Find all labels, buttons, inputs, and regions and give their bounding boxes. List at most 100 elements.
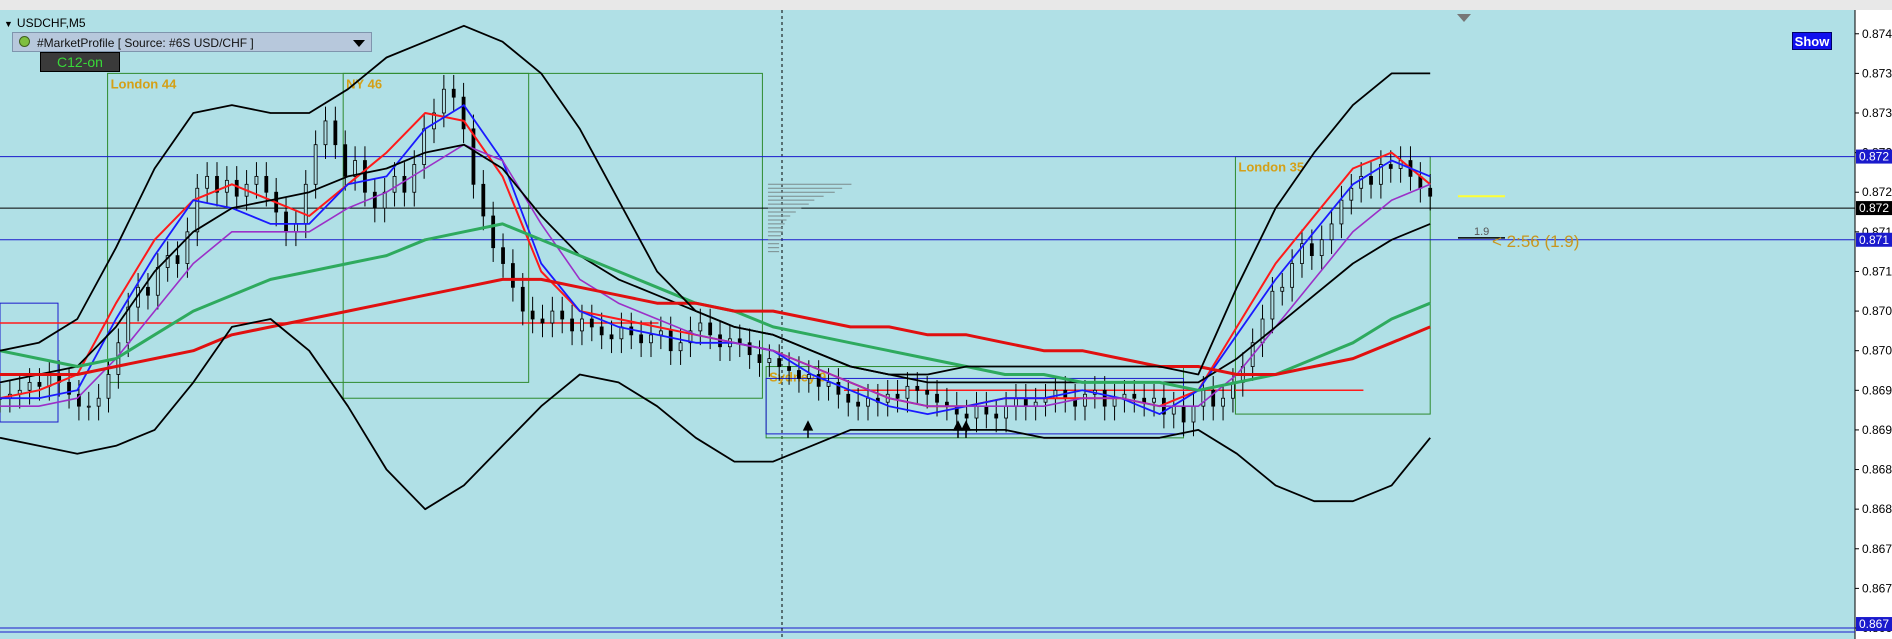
candle-body xyxy=(530,310,535,320)
price-chart[interactable]: 0.874 0.873 0.873 0.872 0.872 0.871 0.871 0.870… xyxy=(0,10,1892,639)
candle-body xyxy=(1132,393,1137,399)
y-tick-label: 0.868 xyxy=(1862,463,1892,477)
candle-body xyxy=(402,175,407,193)
candle-body xyxy=(461,96,466,130)
candle-body xyxy=(856,401,861,407)
candle-body xyxy=(382,191,387,209)
y-tick-label: 0.871 xyxy=(1862,264,1892,278)
collapse-triangle-icon: ▼ xyxy=(4,19,13,29)
candle-body xyxy=(155,267,160,296)
candle-body xyxy=(1023,397,1028,407)
candle-body xyxy=(1339,199,1344,225)
y-tick-label: 0.869 xyxy=(1862,423,1892,437)
price-box-label: 0.872 xyxy=(1859,150,1889,164)
candle-body xyxy=(806,374,811,379)
price-box-label: 0.867 xyxy=(1859,617,1889,631)
candle-body xyxy=(451,88,456,98)
candle-body xyxy=(915,385,920,391)
candle-body xyxy=(205,175,210,189)
candle-body xyxy=(619,326,624,340)
candle-body xyxy=(846,393,851,403)
chart-title-text: USDCHF,M5 xyxy=(16,16,86,30)
candle-timer: < 2:56 (1.9) xyxy=(1492,232,1579,251)
candle-body xyxy=(580,318,584,332)
candle-body xyxy=(737,338,742,344)
candle-body xyxy=(284,211,288,233)
candle-body xyxy=(974,405,979,419)
candle-body xyxy=(668,330,673,352)
candle-body xyxy=(767,358,772,363)
candle-body xyxy=(560,310,565,320)
candle-body xyxy=(1083,393,1087,407)
candle-body xyxy=(481,183,486,217)
chevron-down-icon[interactable] xyxy=(353,40,365,47)
candle-body xyxy=(254,175,259,185)
c12-toggle-button[interactable]: C12-on xyxy=(40,52,120,72)
candle-body xyxy=(392,175,397,193)
chart-shift-marker-icon[interactable] xyxy=(1457,14,1471,22)
market-profile-dropdown[interactable]: #MarketProfile [ Source: #6S USD/CHF ] xyxy=(12,32,372,52)
candle-body xyxy=(629,326,634,336)
candle-body xyxy=(1270,290,1275,320)
candle-body xyxy=(609,334,614,340)
candle-body xyxy=(37,381,42,387)
candle-body xyxy=(777,358,782,367)
candle-body xyxy=(1014,397,1018,407)
candle-body xyxy=(294,223,298,233)
candle-body xyxy=(708,322,713,336)
show-button[interactable]: Show xyxy=(1792,32,1832,50)
candle-body xyxy=(1349,187,1354,201)
candle-body xyxy=(412,164,417,193)
candle-body xyxy=(757,354,762,363)
candle-body xyxy=(1152,397,1156,403)
candle-body xyxy=(550,310,555,324)
candle-body xyxy=(935,393,939,403)
candle-body xyxy=(698,322,703,332)
candle-body xyxy=(1280,286,1285,292)
spread-label: 1.9 xyxy=(1474,226,1489,238)
candle-body xyxy=(175,255,180,264)
chart-window[interactable]: 0.874 0.873 0.873 0.872 0.872 0.871 0.871 0.870… xyxy=(0,10,1892,639)
candle-body xyxy=(1122,393,1127,399)
candle-body xyxy=(501,247,505,264)
candle-body xyxy=(639,334,644,344)
candle-body xyxy=(1191,405,1196,423)
candle-body xyxy=(678,342,683,352)
candle-body xyxy=(905,385,910,399)
candle-body xyxy=(826,381,831,387)
candle-body xyxy=(747,342,752,356)
candle-body xyxy=(441,88,446,114)
candle-body xyxy=(1142,397,1147,403)
candle-body xyxy=(1388,164,1393,169)
candle-body xyxy=(994,413,999,419)
y-tick-label: 0.868 xyxy=(1862,502,1892,516)
y-tick-label: 0.869 xyxy=(1862,383,1892,397)
y-tick-label: 0.874 xyxy=(1862,27,1892,41)
candle-body xyxy=(1319,239,1324,257)
candle-body xyxy=(303,183,308,225)
session-label: London 44 xyxy=(111,76,177,91)
candle-body xyxy=(491,215,496,249)
candle-body xyxy=(520,286,525,312)
candle-body xyxy=(797,370,801,379)
y-tick-label: 0.873 xyxy=(1862,66,1892,80)
y-tick-label: 0.870 xyxy=(1862,344,1892,358)
y-tick-label: 0.870 xyxy=(1862,304,1892,318)
candle-body xyxy=(589,318,594,328)
candle-body xyxy=(1004,405,1008,419)
candle-body xyxy=(264,175,269,193)
candle-body xyxy=(1221,397,1225,407)
candle-body xyxy=(984,405,989,415)
y-tick-label: 0.867 xyxy=(1862,542,1892,556)
candle-body xyxy=(649,334,653,344)
candle-body xyxy=(1309,243,1314,257)
indicator-status-icon xyxy=(19,36,30,47)
candle-body xyxy=(1290,263,1295,288)
candle-body xyxy=(343,144,348,177)
session-label: London 35 xyxy=(1238,160,1304,175)
market-profile-label: #MarketProfile [ Source: #6S USD/CHF ] xyxy=(37,36,254,50)
price-box-label: 0.871 xyxy=(1859,233,1889,247)
candle-body xyxy=(925,389,930,395)
chart-title: ▼ USDCHF,M5 xyxy=(4,16,86,30)
candle-body xyxy=(323,120,328,146)
